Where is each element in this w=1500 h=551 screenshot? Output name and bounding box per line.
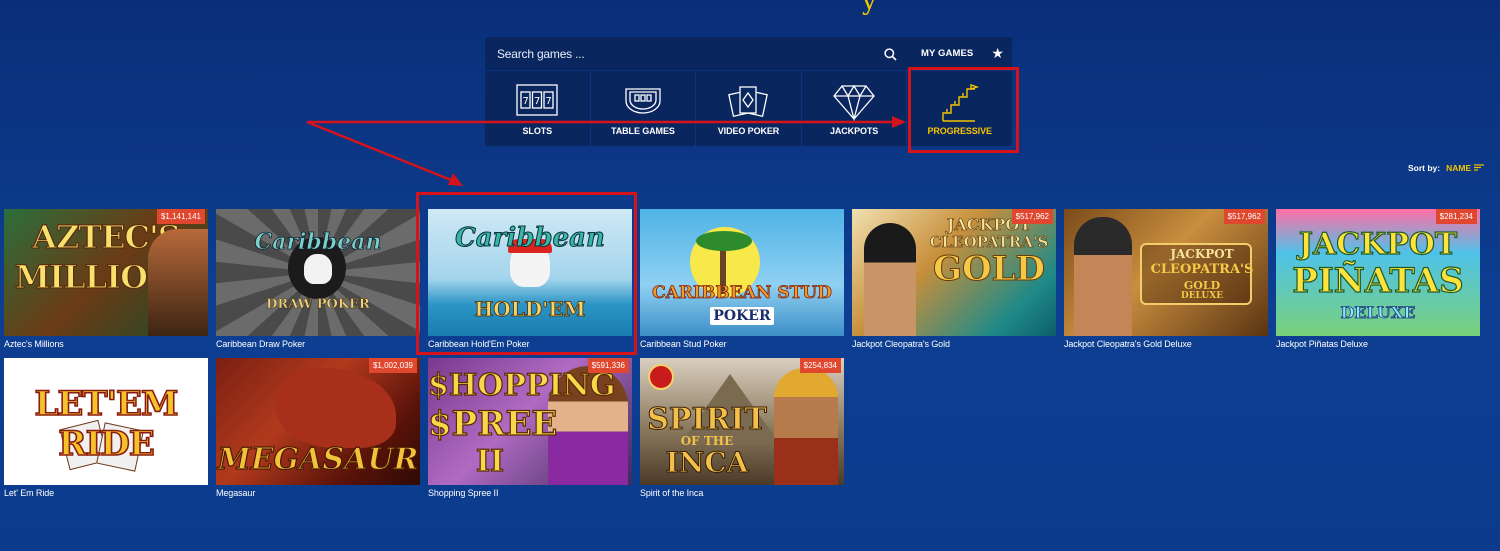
game-thumbnail[interactable]: JACKPOT CLEOPATRA'S GOLD (852, 209, 1056, 336)
game-title: Let' Em Ride (4, 488, 55, 498)
game-title: Caribbean Hold'Em Poker (428, 339, 530, 349)
game-title: Aztec's Millions (4, 339, 64, 349)
game-thumbnail[interactable]: JACKPOT CLEOPATRA'S GOLD DELUXE (1064, 209, 1268, 336)
tab-progressive[interactable]: PROGRESSIVE (907, 71, 1012, 146)
my-games-label: MY GAMES (921, 48, 974, 59)
game-title: Caribbean Draw Poker (216, 339, 306, 349)
sort-dropdown[interactable]: NAME (1446, 163, 1484, 173)
game-title: Shopping Spree II (428, 488, 499, 498)
game-title: Jackpot Piñatas Deluxe (1276, 339, 1368, 349)
game-thumbnail[interactable]: $HOPPING $PREE II (428, 358, 632, 485)
tab-slots[interactable]: 7 7 7 SLOTS (485, 71, 590, 146)
jackpot-badge: $281,234 (1435, 209, 1477, 224)
sort-value: NAME (1446, 163, 1472, 173)
game-tile-caribbean-stud-poker[interactable]: CARIBBEAN STUD POKER Caribbean Stud Poke… (640, 209, 844, 349)
progressive-icon (940, 83, 980, 128)
game-thumbnail[interactable]: Caribbean DRAW POKER (216, 209, 420, 336)
jackpots-icon (832, 83, 876, 126)
game-thumbnail[interactable]: AZTEC'S MILLIONS (4, 209, 208, 336)
game-thumbnail[interactable]: LET'EM RIDE (4, 358, 208, 485)
game-thumbnail[interactable]: Caribbean HOLD'EM (428, 209, 632, 336)
game-title: Jackpot Cleopatra's Gold (852, 339, 950, 349)
game-tile-aztecs-millions[interactable]: AZTEC'S MILLIONS $1,141,141 Aztec's Milli… (4, 209, 208, 349)
jackpot-badge: $591,336 (587, 358, 629, 373)
game-tile-jackpot-pinatas-deluxe[interactable]: JACKPOT PIÑATAS DELUXE $281,234 Jackpot … (1276, 209, 1480, 349)
tab-jackpots[interactable]: JACKPOTS (801, 71, 907, 146)
game-title: Megasaur (216, 488, 256, 498)
game-title: Spirit of the Inca (640, 488, 704, 498)
tab-label: VIDEO POKER (717, 126, 780, 136)
game-tile-spirit-of-the-inca[interactable]: SPIRIT OF THE INCA $254,834 Spirit of th… (640, 358, 844, 498)
video-poker-icon (728, 83, 769, 126)
category-tabs: 7 7 7 SLOTS TABLE GAMES VIDEO POKER JACK… (485, 71, 1012, 146)
sort-control: Sort by: NAME (1408, 163, 1484, 173)
svg-text:7: 7 (523, 96, 529, 107)
game-thumbnail[interactable]: MEGASAUR (216, 358, 420, 485)
search-icon[interactable] (881, 45, 899, 63)
jackpot-badge: $1,002,039 (368, 358, 417, 373)
game-tile-jackpot-cleopatras-gold[interactable]: JACKPOT CLEOPATRA'S GOLD $517,962 Jackpo… (852, 209, 1056, 349)
svg-text:7: 7 (546, 96, 552, 107)
tab-label: TABLE GAMES (611, 126, 675, 136)
jackpot-badge: $517,962 (1011, 209, 1053, 224)
sort-lines-icon (1473, 164, 1484, 171)
jackpot-badge: $517,962 (1223, 209, 1265, 224)
svg-text:7: 7 (534, 96, 540, 107)
game-tile-caribbean-draw-poker[interactable]: Caribbean DRAW POKER Caribbean Draw Poke… (216, 209, 420, 349)
game-title: Jackpot Cleopatra's Gold Deluxe (1064, 339, 1192, 349)
logo-fragment: y (862, 0, 877, 16)
tab-label: JACKPOTS (829, 126, 879, 136)
game-tile-megasaur[interactable]: MEGASAUR $1,002,039 Megasaur (216, 358, 420, 498)
jackpot-badge: $1,141,141 (156, 209, 205, 224)
search-input[interactable] (485, 37, 907, 70)
tab-video-poker[interactable]: VIDEO POKER (696, 71, 801, 146)
slots-icon: 7 7 7 (515, 83, 559, 122)
game-tile-jackpot-cleopatras-gold-deluxe[interactable]: JACKPOT CLEOPATRA'S GOLD DELUXE $517,962… (1064, 209, 1268, 349)
game-tile-shopping-spree-ii[interactable]: $HOPPING $PREE II $591,336 Shopping Spre… (428, 358, 632, 498)
my-games-button[interactable]: MY GAMES ★ (909, 37, 1012, 70)
game-thumbnail[interactable]: CARIBBEAN STUD POKER (640, 209, 844, 336)
tab-table-games[interactable]: TABLE GAMES (590, 71, 696, 146)
game-thumbnail[interactable]: SPIRIT OF THE INCA (640, 358, 844, 485)
tab-label: SLOTS (522, 126, 553, 136)
game-tile-caribbean-holdem-poker[interactable]: Caribbean HOLD'EM Caribbean Hold'Em Poke… (428, 209, 632, 349)
search-bar: MY GAMES ★ (485, 37, 1012, 70)
table-games-icon (623, 83, 663, 120)
game-tile-let-em-ride[interactable]: LET'EM RIDE Let' Em Ride (4, 358, 208, 498)
jackpot-badge: $254,834 (799, 358, 841, 373)
sort-label: Sort by: (1408, 163, 1441, 173)
game-thumbnail[interactable]: JACKPOT PIÑATAS DELUXE (1276, 209, 1480, 336)
star-icon: ★ (991, 45, 1005, 62)
game-title: Caribbean Stud Poker (640, 339, 727, 349)
